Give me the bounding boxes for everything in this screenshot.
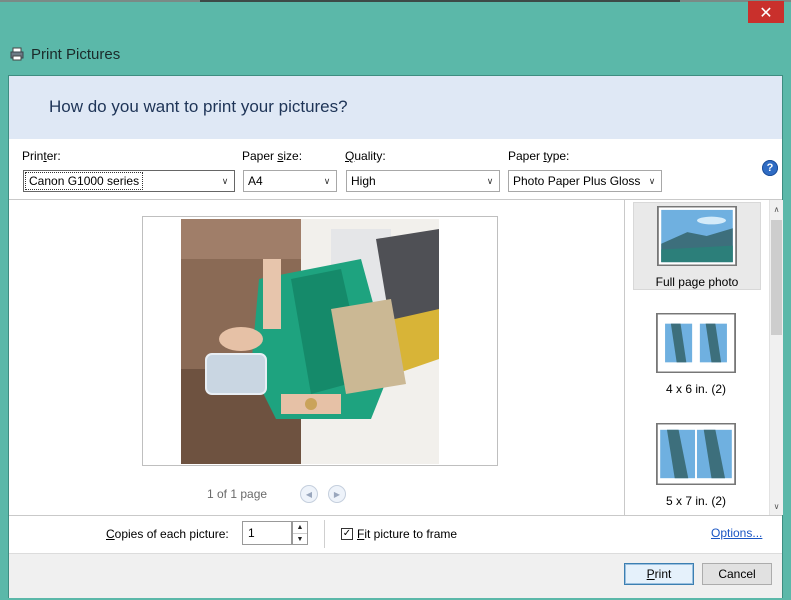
- printer-icon: [10, 47, 24, 61]
- layout-label: 4 x 6 in. (2): [665, 382, 727, 396]
- title-bar: Print Pictures: [8, 33, 783, 75]
- paper-type-label: Paper type:: [508, 149, 570, 163]
- cancel-button-label: Cancel: [718, 567, 756, 581]
- printer-select[interactable]: Canon G1000 series ∨: [23, 170, 235, 192]
- stepper-up-icon[interactable]: ▲: [293, 522, 307, 534]
- next-page-button[interactable]: ▶: [328, 485, 346, 503]
- quality-label: Quality:: [345, 149, 386, 163]
- paper-size-label: Paper size:: [242, 149, 303, 163]
- print-dialog: How do you want to print your pictures? …: [8, 75, 783, 598]
- copies-stepper[interactable]: ▲ ▼: [292, 521, 308, 545]
- close-icon: ✕: [759, 2, 773, 22]
- printer-label: Printer:: [22, 149, 61, 163]
- cancel-button[interactable]: Cancel: [702, 563, 772, 585]
- 5x7-thumbnail: [656, 423, 736, 485]
- paper-type-value: Photo Paper Plus Gloss: [513, 174, 641, 188]
- copies-label: Copies of each picture:: [106, 527, 229, 541]
- background-strip: [0, 0, 791, 2]
- chevron-down-icon: ∨: [221, 175, 229, 186]
- fit-to-frame-checkbox[interactable]: ✓: [341, 528, 353, 540]
- page-count: 1 of 1 page: [207, 487, 268, 501]
- print-preview: 1 of 1 page ◀ ▶: [9, 200, 623, 515]
- scroll-up-icon[interactable]: ∧: [770, 202, 783, 216]
- print-button-label: Print: [646, 567, 672, 581]
- divider: [324, 520, 325, 548]
- scrollbar-thumb[interactable]: [771, 220, 782, 335]
- paper-type-select[interactable]: Photo Paper Plus Gloss ∨: [508, 170, 662, 192]
- controls-row: Printer: Canon G1000 series ∨ Paper size…: [9, 139, 782, 200]
- stepper-down-icon[interactable]: ▼: [293, 534, 307, 545]
- quality-value: High: [351, 174, 376, 188]
- header: How do you want to print your pictures?: [9, 76, 782, 140]
- preview-page: [142, 216, 498, 466]
- layout-label: Full page photo: [655, 275, 739, 289]
- layout-list: Full page photo 4 x 6 in. (2) 5 x 7 in. …: [624, 200, 783, 515]
- layout-5x7[interactable]: 5 x 7 in. (2): [633, 423, 759, 513]
- printer-value: Canon G1000 series: [24, 172, 144, 190]
- scroll-down-icon[interactable]: ∨: [770, 499, 783, 513]
- full-page-thumbnail: [657, 206, 737, 266]
- background-strip-dark: [200, 0, 680, 2]
- layout-4x6[interactable]: 4 x 6 in. (2): [633, 313, 759, 403]
- close-button[interactable]: ✕: [748, 1, 784, 23]
- layout-scrollbar[interactable]: ∧ ∨: [769, 200, 783, 515]
- paper-size-value: A4: [248, 174, 263, 188]
- chevron-down-icon: ∨: [486, 175, 494, 186]
- page-question: How do you want to print your pictures?: [49, 97, 348, 116]
- preview-photo: [181, 219, 439, 464]
- chevron-down-icon: ∨: [323, 175, 331, 186]
- layout-label: 5 x 7 in. (2): [665, 494, 727, 508]
- chevron-right-icon: ▶: [333, 489, 341, 499]
- copies-input[interactable]: [242, 521, 292, 545]
- chevron-left-icon: ◀: [305, 489, 313, 499]
- options-row: Copies of each picture: ▲ ▼ ✓ Fit pictur…: [9, 515, 782, 554]
- help-icon[interactable]: ?: [762, 160, 778, 176]
- paper-size-select[interactable]: A4 ∨: [243, 170, 337, 192]
- footer: Print Cancel: [9, 553, 782, 598]
- layout-full-page-photo[interactable]: Full page photo: [633, 202, 761, 290]
- chevron-down-icon: ∨: [648, 175, 656, 186]
- previous-page-button[interactable]: ◀: [300, 485, 318, 503]
- print-button[interactable]: Print: [624, 563, 694, 585]
- quality-select[interactable]: High ∨: [346, 170, 500, 192]
- window-title: Print Pictures: [31, 45, 121, 63]
- checkmark-icon: ✓: [342, 528, 352, 539]
- options-link[interactable]: Options...: [711, 526, 762, 540]
- fit-to-frame-label[interactable]: Fit picture to frame: [357, 527, 457, 541]
- 4x6-thumbnail: [656, 313, 736, 373]
